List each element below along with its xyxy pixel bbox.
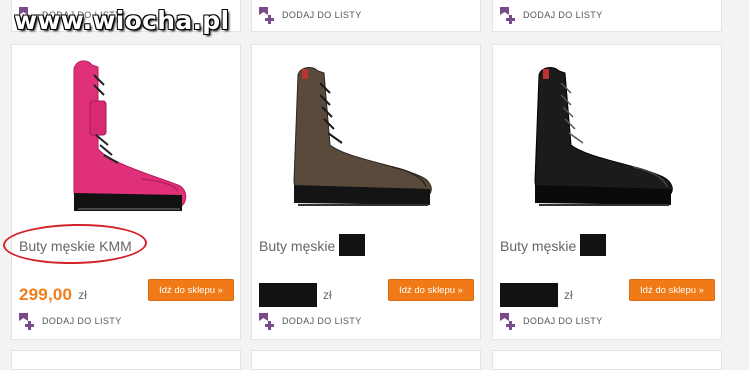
product-name[interactable]: Buty męskie <box>259 234 366 257</box>
product-card-top-3: DODAJ DO LISTY <box>492 0 722 32</box>
add-to-list-label: DODAJ DO LISTY <box>282 316 362 326</box>
add-to-list-button[interactable]: DODAJ DO LISTY <box>498 311 603 331</box>
currency: zł <box>564 288 573 302</box>
boot-photo[interactable] <box>493 45 721 225</box>
price: 299,00 <box>19 285 73 304</box>
redacted-brand <box>339 234 366 257</box>
go-to-shop-button[interactable]: Idź do sklepu » <box>148 279 234 301</box>
price-row: zł <box>500 283 573 307</box>
price-row: zł <box>259 283 332 307</box>
product-card-bottom-1 <box>11 350 241 370</box>
go-to-shop-button[interactable]: Idź do sklepu » <box>388 279 474 301</box>
product-card-bottom-2 <box>251 350 481 370</box>
add-to-list-label: DODAJ DO LISTY <box>42 316 122 326</box>
add-to-list-icon <box>500 7 515 24</box>
go-to-shop-button[interactable]: Idź do sklepu » <box>629 279 715 301</box>
product-card: Buty męskie zł Idź do sklepu » DODAJ DO … <box>492 44 722 340</box>
add-to-list-icon <box>259 7 274 24</box>
price-row: 299,00 zł <box>19 283 87 307</box>
currency: zł <box>78 288 87 302</box>
add-to-list-button[interactable]: DODAJ DO LISTY <box>17 311 122 331</box>
redacted-price <box>500 283 558 307</box>
add-to-list-icon <box>259 313 274 330</box>
product-card: Buty męskie zł Idź do sklepu » DODAJ DO … <box>251 44 481 340</box>
watermark: www.wiocha.pl <box>14 6 230 35</box>
product-card: Buty męskie KMM 299,00 zł Idź do sklepu … <box>11 44 241 340</box>
add-to-list-button[interactable]: DODAJ DO LISTY <box>257 311 362 331</box>
boot-photo[interactable] <box>12 45 240 225</box>
product-card-top-2: DODAJ DO LISTY <box>251 0 481 32</box>
add-to-list-button[interactable]: DODAJ DO LISTY <box>257 5 362 25</box>
product-card-bottom-3 <box>492 350 722 370</box>
product-name[interactable]: Buty męskie <box>500 234 607 257</box>
redacted-price <box>259 283 317 307</box>
add-to-list-label: DODAJ DO LISTY <box>523 10 603 20</box>
add-to-list-icon <box>19 313 34 330</box>
add-to-list-button[interactable]: DODAJ DO LISTY <box>498 5 603 25</box>
add-to-list-label: DODAJ DO LISTY <box>523 316 603 326</box>
redacted-brand <box>580 234 607 257</box>
product-name[interactable]: Buty męskie KMM <box>19 238 132 254</box>
add-to-list-icon <box>500 313 515 330</box>
currency: zł <box>323 288 332 302</box>
add-to-list-label: DODAJ DO LISTY <box>282 10 362 20</box>
boot-photo[interactable] <box>252 45 480 225</box>
